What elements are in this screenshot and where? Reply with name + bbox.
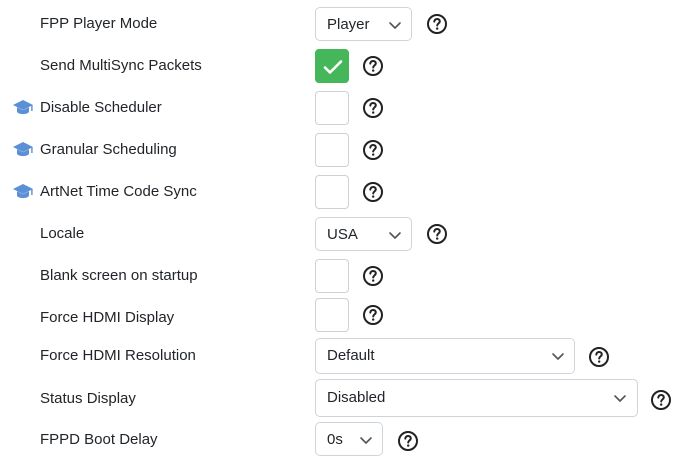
chevron-down-icon	[360, 437, 372, 444]
force-hdmi-display-checkbox[interactable]	[315, 298, 349, 332]
help-icon[interactable]	[362, 55, 384, 77]
select-value: Disabled	[327, 389, 386, 406]
setting-label: ArtNet Time Code Sync	[40, 183, 197, 200]
setting-row-disable-scheduler: Disable Scheduler	[0, 88, 673, 128]
setting-label: Blank screen on startup	[40, 267, 198, 284]
setting-row-artnet-timecode: ArtNet Time Code Sync	[0, 172, 673, 212]
help-icon[interactable]	[362, 97, 384, 119]
send-multisync-checkbox[interactable]	[315, 49, 349, 83]
setting-label: Force HDMI Display	[40, 309, 175, 326]
setting-row-force-hdmi-resolution: Force HDMI Resolution Default	[0, 338, 673, 380]
chevron-down-icon	[552, 353, 564, 360]
setting-label: Status Display	[40, 390, 136, 407]
setting-row-granular-scheduling: Granular Scheduling	[0, 130, 673, 170]
setting-label: Send MultiSync Packets	[40, 57, 202, 74]
help-icon[interactable]	[588, 346, 610, 368]
status-display-select[interactable]: Disabled	[315, 379, 638, 417]
help-icon[interactable]	[426, 13, 448, 35]
setting-label: Locale	[40, 225, 85, 242]
help-icon[interactable]	[362, 265, 384, 287]
setting-label: Disable Scheduler	[40, 99, 162, 116]
setting-row-status-display: Status Display Disabled	[0, 379, 673, 422]
setting-row-force-hdmi-display: Force HDMI Display	[0, 298, 673, 338]
help-icon[interactable]	[362, 139, 384, 161]
graduation-cap-icon	[13, 142, 33, 157]
graduation-cap-icon	[13, 100, 33, 115]
help-icon[interactable]	[397, 430, 419, 452]
setting-label: FPPD Boot Delay	[40, 431, 158, 448]
granular-scheduling-checkbox[interactable]	[315, 133, 349, 167]
boot-delay-select[interactable]: 0s	[315, 422, 383, 456]
help-icon[interactable]	[650, 389, 672, 411]
help-icon[interactable]	[362, 304, 384, 326]
force-hdmi-resolution-select[interactable]: Default	[315, 338, 575, 374]
select-value: USA	[327, 226, 358, 243]
artnet-timecode-checkbox[interactable]	[315, 175, 349, 209]
select-value: Player	[327, 16, 370, 33]
setting-label: FPP Player Mode	[40, 15, 158, 32]
graduation-cap-icon	[13, 184, 33, 199]
setting-label: Force HDMI Resolution	[40, 347, 196, 364]
fpp-player-mode-select[interactable]: Player	[315, 7, 412, 41]
checkmark-icon	[323, 60, 343, 74]
setting-row-fpp-player-mode: FPP Player Mode Player	[0, 4, 673, 44]
blank-screen-checkbox[interactable]	[315, 259, 349, 293]
setting-row-locale: Locale USA	[0, 214, 673, 254]
chevron-down-icon	[389, 22, 401, 29]
chevron-down-icon	[614, 395, 626, 402]
setting-label: Granular Scheduling	[40, 141, 177, 158]
select-value: Default	[327, 347, 375, 364]
select-value: 0s	[327, 431, 343, 448]
setting-row-send-multisync: Send MultiSync Packets	[0, 46, 673, 86]
setting-row-boot-delay: FPPD Boot Delay 0s	[0, 422, 673, 464]
chevron-down-icon	[389, 232, 401, 239]
locale-select[interactable]: USA	[315, 217, 412, 251]
help-icon[interactable]	[362, 181, 384, 203]
setting-row-blank-screen: Blank screen on startup	[0, 256, 673, 296]
help-icon[interactable]	[426, 223, 448, 245]
disable-scheduler-checkbox[interactable]	[315, 91, 349, 125]
